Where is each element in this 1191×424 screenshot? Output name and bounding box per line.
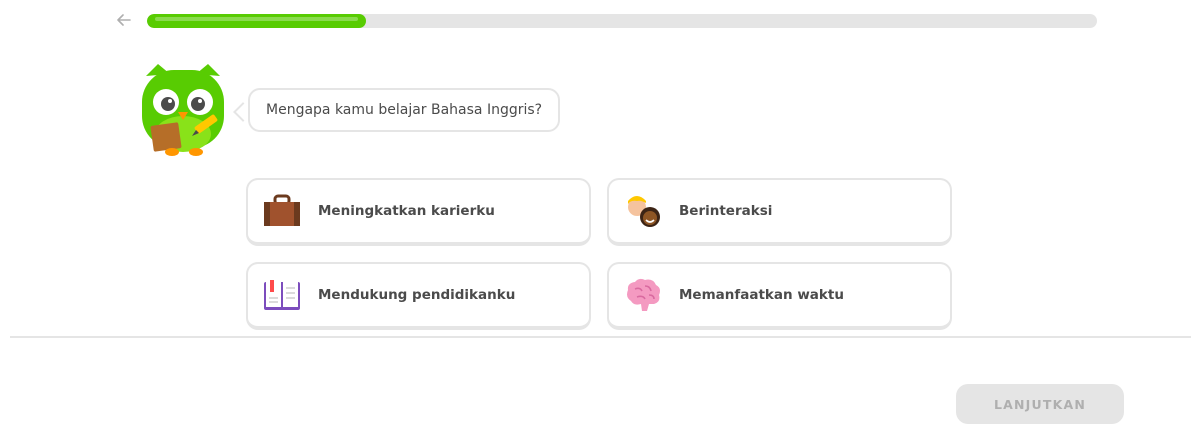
- two-people-icon: [623, 191, 663, 231]
- progress-fill: [147, 14, 366, 28]
- progress-bar: [147, 14, 1097, 28]
- option-label: Memanfaatkan waktu: [679, 287, 844, 303]
- back-button[interactable]: [112, 8, 136, 32]
- continue-button[interactable]: LANJUTKAN: [956, 384, 1124, 424]
- option-use-time[interactable]: Memanfaatkan waktu: [607, 262, 952, 330]
- question-bubble: Mengapa kamu belajar Bahasa Inggris?: [248, 88, 561, 132]
- option-interact[interactable]: Berinteraksi: [607, 178, 952, 246]
- question-text: Mengapa kamu belajar Bahasa Inggris?: [266, 102, 543, 118]
- briefcase-icon: [262, 191, 302, 231]
- answer-options: Meningkatkan karierku Berinteraksi Mendu…: [246, 178, 952, 330]
- option-education[interactable]: Mendukung pendidikanku: [246, 262, 591, 330]
- footer-divider: [10, 336, 1191, 338]
- brain-icon: [623, 275, 663, 315]
- option-career[interactable]: Meningkatkan karierku: [246, 178, 591, 246]
- option-label: Mendukung pendidikanku: [318, 287, 516, 303]
- option-label: Berinteraksi: [679, 203, 773, 219]
- arrow-left-icon: [117, 14, 131, 26]
- open-book-icon: [262, 275, 302, 315]
- option-label: Meningkatkan karierku: [318, 203, 495, 219]
- duo-owl-with-notebook-icon: [138, 62, 228, 162]
